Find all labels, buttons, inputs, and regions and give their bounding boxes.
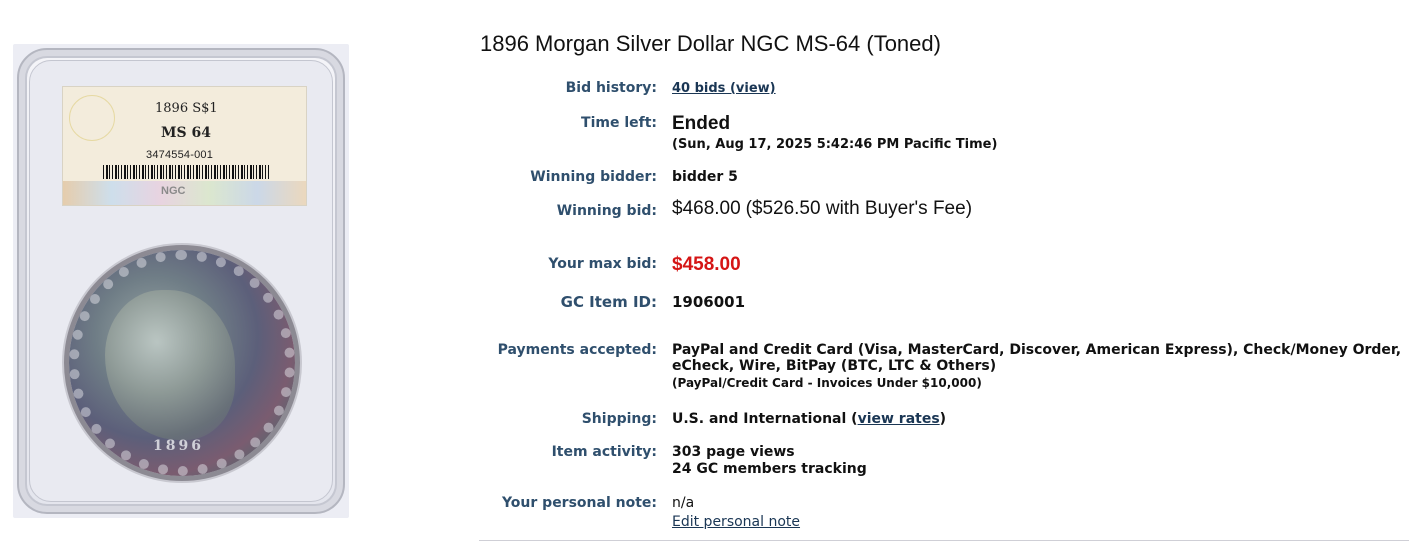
winning-bid-with-fee: ($526.50 with Buyer's Fee) (745, 198, 973, 219)
max-bid-value: $458.00 (672, 254, 1402, 276)
item-id-value: 1906001 (672, 293, 746, 311)
page-views: 303 page views (672, 444, 795, 460)
bid-history-value: 40 bids (view) (672, 80, 1402, 96)
bid-history-link[interactable]: 40 bids (view) (672, 81, 776, 96)
winning-bid-amount: $468.00 (672, 198, 741, 219)
auction-status: Ended (672, 113, 731, 134)
payments-label: Payments accepted: (497, 342, 657, 358)
label-cert-number: 3474554-001 (146, 149, 214, 161)
winning-bid-value: $468.00 ($526.50 with Buyer's Fee) (672, 198, 1402, 220)
grader-logo: NGC (161, 185, 186, 197)
edit-personal-note-link[interactable]: Edit personal note (672, 514, 1402, 530)
shipping-regions: U.S. and International ( (672, 411, 858, 427)
shipping-label: Shipping: (581, 411, 657, 427)
personal-note-text: n/a (672, 495, 695, 511)
winning-bidder-value: bidder 5 (672, 169, 738, 185)
item-activity-value: 303 page views 24 GC members tracking (672, 444, 1402, 477)
bid-history-label: Bid history: (565, 80, 657, 96)
shipping-close-paren: ) (939, 411, 947, 427)
auction-end-time: (Sun, Aug 17, 2025 5:42:46 PM Pacific Ti… (672, 137, 998, 152)
label-barcode (103, 165, 269, 179)
coin-date: 1896 (153, 438, 204, 454)
payments-methods: PayPal and Credit Card (Visa, MasterCard… (672, 342, 1402, 374)
payments-note: (PayPal/Credit Card - Invoices Under $10… (672, 376, 982, 390)
grading-label: 1896 S$1 MS 64 3474554-001 NGC (62, 86, 307, 206)
view-rates-link[interactable]: view rates (858, 411, 940, 427)
max-bid-amount: $458.00 (672, 254, 741, 275)
personal-note-value: n/a Edit personal note (672, 495, 1402, 530)
item-id-label: GC Item ID: (560, 293, 657, 311)
item-activity-label: Item activity: (551, 444, 657, 460)
members-tracking: 24 GC members tracking (672, 461, 867, 477)
label-description: 1896 S$1 (155, 101, 218, 116)
winning-bid-label: Winning bid: (556, 203, 657, 219)
shipping-value: U.S. and International (view rates) (672, 411, 1402, 427)
item-photo[interactable]: 1896 S$1 MS 64 3474554-001 NGC 1896 (13, 44, 349, 518)
personal-note-label: Your personal note: (501, 495, 657, 511)
max-bid-label: Your max bid: (548, 256, 657, 272)
time-left-label: Time left: (581, 115, 657, 131)
label-grade: MS 64 (161, 125, 211, 141)
payments-value: PayPal and Credit Card (Visa, MasterCard… (672, 342, 1402, 390)
winning-bidder-label: Winning bidder: (530, 169, 657, 185)
lot-title: 1896 Morgan Silver Dollar NGC MS-64 (Ton… (480, 31, 941, 56)
time-left-value: Ended (Sun, Aug 17, 2025 5:42:46 PM Paci… (672, 113, 1402, 152)
hologram-seal (69, 95, 115, 141)
